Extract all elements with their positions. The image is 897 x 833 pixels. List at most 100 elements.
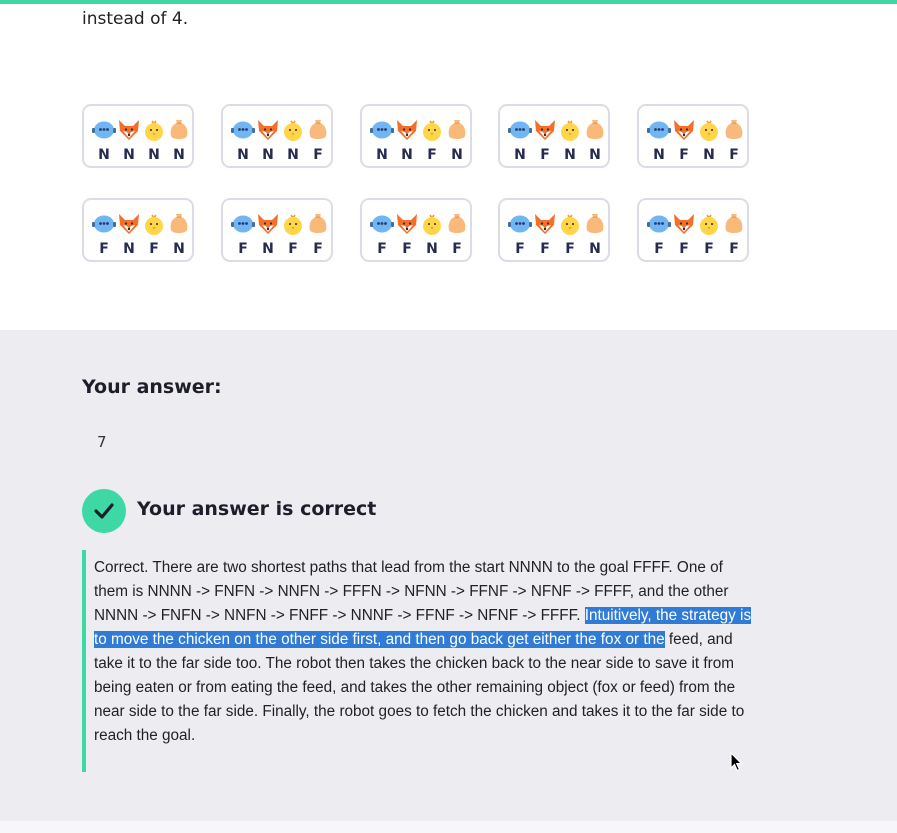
side-letter: N bbox=[237, 147, 249, 163]
tile-letter-row: FNFN bbox=[92, 241, 188, 257]
feed-sack-icon bbox=[583, 212, 607, 236]
chicken-icon bbox=[420, 118, 444, 142]
side-letter: N bbox=[589, 147, 601, 163]
side-letter: N bbox=[148, 147, 160, 163]
tile-letter-row: NFNF bbox=[647, 147, 743, 163]
state-tile: NNFN bbox=[360, 104, 472, 168]
robot-icon bbox=[231, 212, 255, 236]
tile-icon-row bbox=[647, 118, 743, 142]
tile-letter-row: FFNF bbox=[370, 241, 466, 257]
side-letter: F bbox=[99, 241, 109, 257]
feed-sack-icon bbox=[445, 212, 469, 236]
state-tile: NNNN bbox=[82, 104, 194, 168]
side-letter: N bbox=[589, 241, 601, 257]
side-letter: F bbox=[377, 241, 387, 257]
side-letter: N bbox=[173, 241, 185, 257]
side-letter: N bbox=[123, 147, 135, 163]
side-letter: F bbox=[313, 241, 323, 257]
feed-sack-icon bbox=[722, 118, 746, 142]
side-letter: F bbox=[515, 241, 525, 257]
fox-icon bbox=[533, 118, 557, 142]
chicken-icon bbox=[697, 212, 721, 236]
fox-icon bbox=[395, 212, 419, 236]
explanation-text[interactable]: Correct. There are two shortest paths th… bbox=[94, 556, 754, 748]
side-letter: F bbox=[427, 147, 437, 163]
side-letter: F bbox=[238, 241, 248, 257]
correct-status: Your answer is correct bbox=[137, 498, 377, 520]
robot-icon bbox=[231, 118, 255, 142]
tile-letter-row: FFFN bbox=[508, 241, 604, 257]
side-letter: N bbox=[703, 147, 715, 163]
side-letter: N bbox=[426, 241, 438, 257]
tile-letter-row: FFFF bbox=[647, 241, 743, 257]
side-letter: N bbox=[262, 241, 274, 257]
answer-section: Your answer: 7 Your answer is correct Co… bbox=[0, 330, 897, 821]
state-tile: FFFN bbox=[498, 198, 610, 262]
robot-icon bbox=[508, 212, 532, 236]
robot-icon bbox=[647, 212, 671, 236]
side-letter: F bbox=[540, 147, 550, 163]
side-letter: N bbox=[123, 241, 135, 257]
side-letter: F bbox=[540, 241, 550, 257]
chicken-icon bbox=[697, 118, 721, 142]
side-letter: N bbox=[173, 147, 185, 163]
robot-icon bbox=[92, 212, 116, 236]
tile-letter-row: NNNN bbox=[92, 147, 188, 163]
tile-icon-row bbox=[647, 212, 743, 236]
chicken-icon bbox=[420, 212, 444, 236]
side-letter: F bbox=[679, 241, 689, 257]
tile-icon-row bbox=[508, 212, 604, 236]
fox-icon bbox=[533, 212, 557, 236]
side-letter: F bbox=[729, 147, 739, 163]
chicken-icon bbox=[281, 118, 305, 142]
fox-icon bbox=[256, 212, 280, 236]
tile-letter-row: NNFN bbox=[370, 147, 466, 163]
state-tile: NNNF bbox=[221, 104, 333, 168]
robot-icon bbox=[370, 118, 394, 142]
progress-accent-bar bbox=[0, 0, 897, 4]
chicken-icon bbox=[558, 118, 582, 142]
fox-icon bbox=[395, 118, 419, 142]
feed-sack-icon bbox=[583, 118, 607, 142]
feed-sack-icon bbox=[445, 118, 469, 142]
side-letter: N bbox=[564, 147, 576, 163]
explanation-block: Correct. There are two shortest paths th… bbox=[82, 550, 752, 772]
tile-icon-row bbox=[92, 212, 188, 236]
side-letter: N bbox=[287, 147, 299, 163]
mouse-cursor-icon bbox=[730, 752, 743, 772]
check-icon bbox=[82, 489, 126, 533]
feed-sack-icon bbox=[306, 212, 330, 236]
tile-letter-row: NFNN bbox=[508, 147, 604, 163]
tile-letter-row: NNNF bbox=[231, 147, 327, 163]
side-letter: N bbox=[451, 147, 463, 163]
state-tile: FFFF bbox=[637, 198, 749, 262]
side-letter: F bbox=[679, 147, 689, 163]
chicken-icon bbox=[142, 118, 166, 142]
side-letter: F bbox=[704, 241, 714, 257]
answer-value: 7 bbox=[97, 433, 107, 451]
side-letter: F bbox=[654, 241, 664, 257]
chicken-icon bbox=[281, 212, 305, 236]
tile-icon-row bbox=[92, 118, 188, 142]
side-letter: F bbox=[288, 241, 298, 257]
tile-icon-row bbox=[508, 118, 604, 142]
state-tile: FFNF bbox=[360, 198, 472, 262]
fox-icon bbox=[256, 118, 280, 142]
chicken-icon bbox=[142, 212, 166, 236]
state-tile: NFNN bbox=[498, 104, 610, 168]
state-tile: FNFF bbox=[221, 198, 333, 262]
robot-icon bbox=[647, 118, 671, 142]
fox-icon bbox=[672, 212, 696, 236]
tile-icon-row bbox=[370, 212, 466, 236]
fox-icon bbox=[117, 212, 141, 236]
fox-icon bbox=[117, 118, 141, 142]
side-letter: F bbox=[452, 241, 462, 257]
tile-icon-row bbox=[231, 212, 327, 236]
tile-letter-row: FNFF bbox=[231, 241, 327, 257]
tile-icon-row bbox=[370, 118, 466, 142]
state-tile: NFNF bbox=[637, 104, 749, 168]
tile-icon-row bbox=[231, 118, 327, 142]
feed-sack-icon bbox=[722, 212, 746, 236]
footer-strip bbox=[0, 821, 897, 833]
side-letter: F bbox=[729, 241, 739, 257]
